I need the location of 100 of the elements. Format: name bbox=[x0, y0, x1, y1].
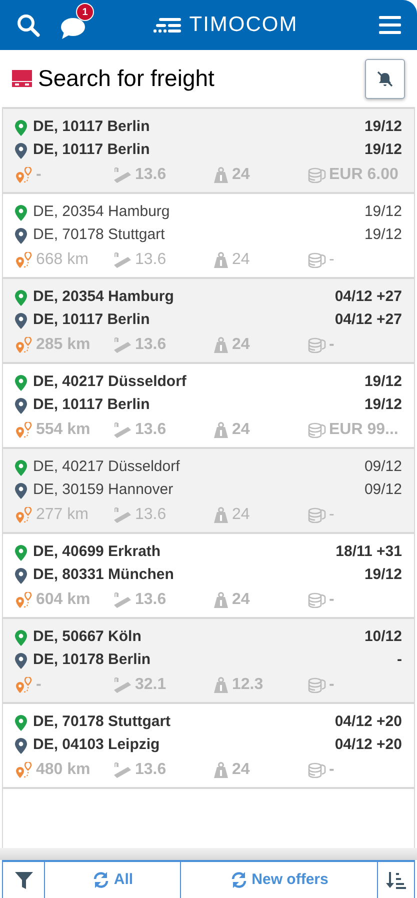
location-pin-icon bbox=[15, 374, 27, 390]
page-title: Search for freight bbox=[38, 64, 216, 94]
location-pin-icon bbox=[15, 142, 27, 158]
location-pin-icon bbox=[15, 568, 27, 584]
weight: 24 bbox=[232, 335, 250, 355]
unloading-date: 19/12 bbox=[364, 395, 402, 416]
loading-length: 13.6 bbox=[135, 590, 166, 610]
weight-icon bbox=[213, 677, 229, 693]
unloading-date: 09/12 bbox=[364, 480, 402, 500]
weight: 12.3 bbox=[232, 675, 264, 695]
refresh-icon bbox=[92, 871, 110, 889]
origin-location: DE, 20354 Hamburg bbox=[33, 202, 171, 222]
ruler-icon bbox=[114, 167, 132, 183]
loading-length: 32.1 bbox=[135, 675, 166, 695]
logo-text: TIMOCOM bbox=[189, 12, 298, 38]
search-icon[interactable] bbox=[16, 13, 40, 37]
loading-date: 19/12 bbox=[364, 202, 402, 222]
unloading-date: 19/12 bbox=[364, 140, 402, 160]
distance: 285 km bbox=[36, 335, 90, 355]
muted-bell-icon bbox=[377, 70, 393, 86]
weight: 24 bbox=[232, 590, 250, 610]
loading-length: 13.6 bbox=[135, 505, 166, 525]
coins-icon bbox=[308, 677, 326, 693]
destination-location: DE, 30159 Hannover bbox=[33, 480, 174, 500]
location-pin-icon bbox=[15, 120, 27, 136]
distance: 668 km bbox=[36, 250, 88, 270]
loading-date: 10/12 bbox=[364, 627, 402, 648]
weight-icon bbox=[213, 337, 229, 353]
location-pin-icon bbox=[15, 482, 27, 498]
location-pin-icon bbox=[15, 652, 27, 668]
ruler-icon bbox=[114, 422, 132, 438]
chat-icon[interactable] bbox=[60, 15, 86, 41]
menu-icon[interactable] bbox=[379, 15, 401, 35]
unloading-date: - bbox=[397, 650, 402, 670]
destination-location: DE, 04103 Leipzig bbox=[33, 735, 161, 756]
loading-date: 09/12 bbox=[364, 457, 402, 478]
location-pin-icon bbox=[15, 630, 27, 646]
unloading-date: 04/12 +20 bbox=[334, 735, 402, 756]
unloading-date: 19/12 bbox=[364, 225, 402, 246]
logo-icon bbox=[153, 17, 182, 33]
loading-length: 13.6 bbox=[135, 165, 166, 185]
loading-date: 04/12 +27 bbox=[334, 287, 402, 308]
ruler-icon bbox=[114, 337, 132, 353]
destination-location: DE, 10117 Berlin bbox=[33, 140, 151, 160]
loading-date: 18/11 +31 bbox=[336, 542, 402, 562]
distance: 604 km bbox=[36, 590, 90, 610]
weight: 24 bbox=[232, 760, 250, 780]
route-icon bbox=[15, 592, 33, 608]
location-pin-icon bbox=[15, 290, 27, 306]
loading-date: 19/12 bbox=[364, 372, 402, 392]
weight-icon bbox=[213, 167, 229, 183]
refresh-icon bbox=[230, 871, 248, 889]
destination-location: DE, 10117 Berlin bbox=[33, 395, 151, 416]
loading-length: 13.6 bbox=[135, 335, 166, 355]
coins-icon bbox=[308, 762, 326, 778]
price: EUR 6.00 bbox=[329, 165, 398, 185]
origin-location: DE, 20354 Hamburg bbox=[33, 287, 175, 308]
freight-offer-row[interactable]: DE, 40217 Düsseldorf 09/12 DE, 30159 Hannover 09/12 277 km 13.6 24 - bbox=[3, 449, 414, 534]
freight-offer-row[interactable]: DE, 10117 Berlin 19/12 DE, 10117 Berlin 19/12 - 13.6 24 EUR 6.00 bbox=[3, 109, 414, 194]
route-icon bbox=[15, 337, 33, 353]
weight-icon bbox=[213, 252, 229, 268]
location-pin-icon bbox=[15, 460, 27, 476]
destination-location: DE, 10178 Berlin bbox=[33, 650, 152, 670]
coins-icon bbox=[308, 337, 326, 353]
loading-date: 04/12 +20 bbox=[334, 712, 402, 732]
route-icon bbox=[15, 677, 33, 693]
route-icon bbox=[15, 422, 33, 438]
ruler-icon bbox=[114, 252, 132, 268]
distance: 480 km bbox=[36, 760, 90, 780]
price: - bbox=[329, 675, 334, 695]
origin-location: DE, 40217 Düsseldorf bbox=[33, 457, 181, 478]
weight-icon bbox=[213, 762, 229, 778]
unloading-date: 04/12 +27 bbox=[334, 310, 402, 330]
location-pin-icon bbox=[15, 738, 27, 754]
weight-icon bbox=[213, 507, 229, 523]
coins-icon bbox=[308, 507, 326, 523]
route-icon bbox=[15, 762, 33, 778]
weight: 24 bbox=[232, 505, 250, 525]
ruler-icon bbox=[114, 507, 132, 523]
unloading-date: 19/12 bbox=[364, 565, 402, 586]
location-pin-icon bbox=[15, 312, 27, 328]
destination-location: DE, 10117 Berlin bbox=[33, 310, 151, 330]
freight-offer-row[interactable]: DE, 50667 Köln 10/12 DE, 10178 Berlin - - 32.1 12.3 - bbox=[3, 619, 414, 704]
distance: 554 km bbox=[36, 420, 90, 440]
loading-length: 13.6 bbox=[135, 250, 166, 270]
weight: 24 bbox=[232, 250, 250, 270]
coins-icon bbox=[308, 422, 326, 438]
price: - bbox=[329, 335, 334, 355]
route-icon bbox=[15, 167, 33, 183]
weight-icon bbox=[213, 422, 229, 438]
location-pin-icon bbox=[15, 398, 27, 414]
coins-icon bbox=[308, 592, 326, 608]
freight-offer-row[interactable]: DE, 20354 Hamburg 04/12 +27 DE, 10117 Berlin 04/12 +27 285 km 13.6 24 - bbox=[3, 279, 414, 364]
sort-icon bbox=[386, 870, 406, 890]
notification-toggle-button[interactable] bbox=[365, 58, 405, 98]
route-icon bbox=[15, 252, 33, 268]
weight: 24 bbox=[232, 420, 250, 440]
distance: - bbox=[36, 675, 42, 695]
price: - bbox=[329, 505, 334, 525]
weight: 24 bbox=[232, 165, 250, 185]
